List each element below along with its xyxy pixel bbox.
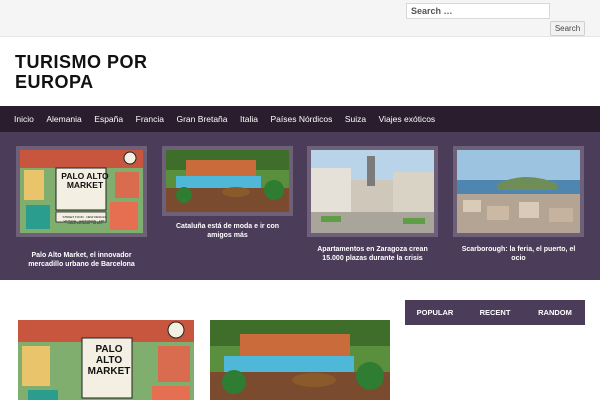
featured-card[interactable]: PALO ALTO MARKET STREET FOOD · NEW DESIG… — [16, 146, 147, 269]
featured-card[interactable]: Apartamentos en Zaragoza crean 15.000 pl… — [307, 146, 438, 263]
featured-slider: PALO ALTO MARKET STREET FOOD · NEW DESIG… — [0, 132, 600, 280]
featured-caption[interactable]: Scarborough: la feria, el puerto, el oci… — [453, 245, 584, 263]
featured-card[interactable]: Cataluña está de moda e ir con amigos má… — [162, 146, 293, 240]
nav-item-francia[interactable]: Francia — [136, 114, 164, 124]
pool-garden-photo — [166, 150, 289, 212]
tab-random[interactable]: RANDOM — [525, 300, 585, 325]
main-nav: Inicio Alemania España Francia Gran Bret… — [0, 106, 600, 132]
pool-garden-photo — [210, 320, 390, 400]
site-title[interactable]: TURISMO POR EUROPA — [15, 52, 215, 92]
tab-popular[interactable]: POPULAR — [405, 300, 465, 325]
palo-alto-sign: PALO ALTO MARKET — [61, 171, 109, 190]
palo-alto-subsign: STREET FOOD · NEW DESIGN · VINTAGE · HAN… — [62, 216, 108, 224]
tab-recent[interactable]: RECENT — [465, 300, 525, 325]
featured-caption[interactable]: Apartamentos en Zaragoza crean 15.000 pl… — [307, 245, 438, 263]
nav-item-gran-bretana[interactable]: Gran Bretaña — [176, 114, 227, 124]
search-button[interactable]: Search — [550, 21, 585, 36]
post-thumbnail-pool-garden[interactable] — [210, 320, 390, 400]
pool-garden-image[interactable] — [162, 146, 293, 216]
nav-item-espana[interactable]: España — [94, 114, 123, 124]
city-square-image[interactable] — [307, 146, 438, 237]
nav-item-alemania[interactable]: Alemania — [46, 114, 81, 124]
nav-item-paises-nordicos[interactable]: Países Nórdicos — [270, 114, 332, 124]
featured-card[interactable]: Scarborough: la feria, el puerto, el oci… — [453, 146, 584, 263]
post-thumbnail-palo-alto[interactable]: PALO ALTO MARKET — [18, 320, 194, 400]
nav-item-italia[interactable]: Italia — [240, 114, 258, 124]
palo-alto-market-image[interactable]: PALO ALTO MARKET STREET FOOD · NEW DESIG… — [16, 146, 147, 237]
city-square-photo — [311, 150, 434, 233]
coastal-town-photo — [457, 150, 580, 233]
featured-caption[interactable]: Palo Alto Market, el innovador mercadill… — [16, 251, 147, 269]
top-bar: Search — [0, 0, 600, 37]
nav-item-suiza[interactable]: Suiza — [345, 114, 366, 124]
nav-item-viajes-exoticos[interactable]: Viajes exóticos — [379, 114, 436, 124]
coastal-town-image[interactable] — [453, 146, 584, 237]
sidebar-tabs: POPULAR RECENT RANDOM — [405, 300, 585, 325]
featured-caption[interactable]: Cataluña está de moda e ir con amigos má… — [162, 222, 293, 240]
nav-item-inicio[interactable]: Inicio — [14, 114, 34, 124]
palo-alto-sign: PALO ALTO MARKET — [87, 344, 131, 377]
search-input[interactable] — [406, 3, 550, 19]
